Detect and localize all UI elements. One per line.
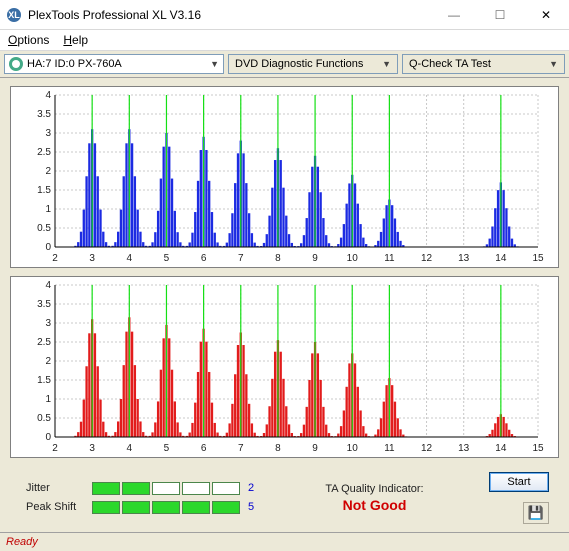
svg-text:4: 4 — [127, 253, 133, 264]
svg-text:1: 1 — [45, 394, 51, 405]
svg-text:5: 5 — [164, 443, 170, 454]
svg-text:0: 0 — [45, 432, 51, 443]
meter-box — [92, 501, 120, 514]
svg-text:0.5: 0.5 — [37, 413, 51, 424]
chevron-down-icon: ▼ — [210, 59, 219, 69]
svg-text:1.5: 1.5 — [37, 185, 51, 196]
meter-box — [152, 482, 180, 495]
svg-text:2: 2 — [52, 253, 58, 264]
svg-text:10: 10 — [347, 253, 359, 264]
test-selector[interactable]: Q-Check TA Test ▼ — [402, 54, 565, 74]
svg-text:2: 2 — [52, 443, 58, 454]
chart-bottom: 0 0.5 1 1.5 2 2.5 3 3.5 4 2 3 4 5 6 7 8 9 10 11 12 13 14 15 — [10, 276, 559, 458]
ta-label: TA Quality Indicator: — [280, 483, 469, 495]
svg-text:14: 14 — [495, 443, 507, 454]
jitter-row: Jitter 2 — [26, 482, 260, 495]
function-selector[interactable]: DVD Diagnostic Functions ▼ — [228, 54, 398, 74]
menu-bar: Options Help — [0, 30, 569, 51]
svg-text:2: 2 — [45, 166, 51, 177]
disc-icon — [9, 57, 23, 71]
jitter-meter — [92, 482, 240, 495]
svg-text:6: 6 — [201, 443, 207, 454]
svg-text:11: 11 — [384, 253, 395, 264]
drive-label: HA:7 ID:0 PX-760A — [27, 58, 122, 70]
svg-text:0: 0 — [45, 242, 51, 253]
peakshift-row: Peak Shift 5 — [26, 501, 260, 514]
svg-text:2.5: 2.5 — [37, 147, 51, 158]
bottom-panel: Jitter 2 Peak Shift 5 TA Quality Indicat… — [10, 466, 559, 532]
test-label: Q-Check TA Test — [409, 58, 491, 70]
svg-text:3.5: 3.5 — [37, 299, 51, 310]
menu-help[interactable]: Help — [63, 33, 88, 47]
svg-text:3: 3 — [89, 253, 95, 264]
svg-text:13: 13 — [458, 253, 470, 264]
toolbar: HA:7 ID:0 PX-760A ▼ DVD Diagnostic Funct… — [0, 51, 569, 78]
menu-options[interactable]: Options — [8, 33, 49, 47]
chart-area: 00.511.522.533.5423456789101112131415 00… — [0, 78, 569, 532]
svg-text:15: 15 — [532, 443, 544, 454]
svg-text:4: 4 — [45, 90, 51, 101]
meter-box — [122, 482, 150, 495]
svg-text:12: 12 — [421, 253, 433, 264]
svg-text:8: 8 — [275, 443, 281, 454]
app-icon: XL — [6, 7, 22, 23]
minimize-button[interactable]: — — [431, 0, 477, 30]
svg-text:1.5: 1.5 — [37, 375, 51, 386]
svg-text:4: 4 — [45, 280, 51, 291]
svg-text:12: 12 — [421, 443, 433, 454]
svg-text:3.5: 3.5 — [37, 109, 51, 120]
svg-text:9: 9 — [312, 253, 318, 264]
svg-text:13: 13 — [458, 443, 470, 454]
svg-text:1: 1 — [45, 204, 51, 215]
svg-text:3: 3 — [45, 318, 51, 329]
meter-box — [212, 501, 240, 514]
svg-text:11: 11 — [384, 443, 395, 454]
meters: Jitter 2 Peak Shift 5 — [26, 482, 260, 514]
svg-text:15: 15 — [532, 253, 544, 264]
svg-text:4: 4 — [127, 443, 133, 454]
chevron-down-icon: ▼ — [541, 59, 558, 69]
meter-box — [122, 501, 150, 514]
svg-text:0.5: 0.5 — [37, 223, 51, 234]
peakshift-meter — [92, 501, 240, 514]
svg-text:7: 7 — [238, 443, 244, 454]
meter-box — [212, 482, 240, 495]
status-bar: Ready — [0, 532, 569, 551]
meter-box — [182, 501, 210, 514]
meter-box — [152, 501, 180, 514]
status-text: Ready — [6, 536, 38, 548]
window-title: PlexTools Professional XL V3.16 — [28, 8, 431, 22]
title-bar: XL PlexTools Professional XL V3.16 — ☐ ✕ — [0, 0, 569, 30]
svg-text:3: 3 — [45, 128, 51, 139]
svg-text:2.5: 2.5 — [37, 337, 51, 348]
chart-top: 0 0.5 1 1.5 2 2.5 3 3.5 4 2 3 4 5 6 7 8 9 10 11 12 13 14 15 — [10, 86, 559, 268]
svg-text:5: 5 — [164, 253, 170, 264]
svg-text:3: 3 — [89, 443, 95, 454]
svg-text:7: 7 — [238, 253, 244, 264]
meter-box — [92, 482, 120, 495]
maximize-button[interactable]: ☐ — [477, 0, 523, 30]
svg-text:8: 8 — [275, 253, 281, 264]
function-label: DVD Diagnostic Functions — [235, 58, 363, 70]
start-button[interactable]: Start — [489, 472, 549, 492]
right-column: Start 💾 — [489, 472, 549, 524]
floppy-icon: 💾 — [528, 505, 544, 521]
svg-text:2: 2 — [45, 356, 51, 367]
svg-text:6: 6 — [201, 253, 207, 264]
ta-indicator: TA Quality Indicator: Not Good — [280, 483, 469, 513]
save-button[interactable]: 💾 — [523, 502, 549, 524]
svg-text:10: 10 — [347, 443, 359, 454]
close-button[interactable]: ✕ — [523, 0, 569, 30]
svg-text:XL: XL — [8, 10, 20, 20]
svg-text:14: 14 — [495, 253, 507, 264]
svg-text:9: 9 — [312, 443, 318, 454]
jitter-label: Jitter — [26, 482, 84, 494]
meter-box — [182, 482, 210, 495]
jitter-value: 2 — [248, 482, 260, 494]
peakshift-label: Peak Shift — [26, 501, 84, 513]
chevron-down-icon: ▼ — [374, 59, 391, 69]
drive-selector[interactable]: HA:7 ID:0 PX-760A ▼ — [4, 54, 224, 74]
ta-value: Not Good — [280, 497, 469, 513]
peakshift-value: 5 — [248, 501, 260, 513]
